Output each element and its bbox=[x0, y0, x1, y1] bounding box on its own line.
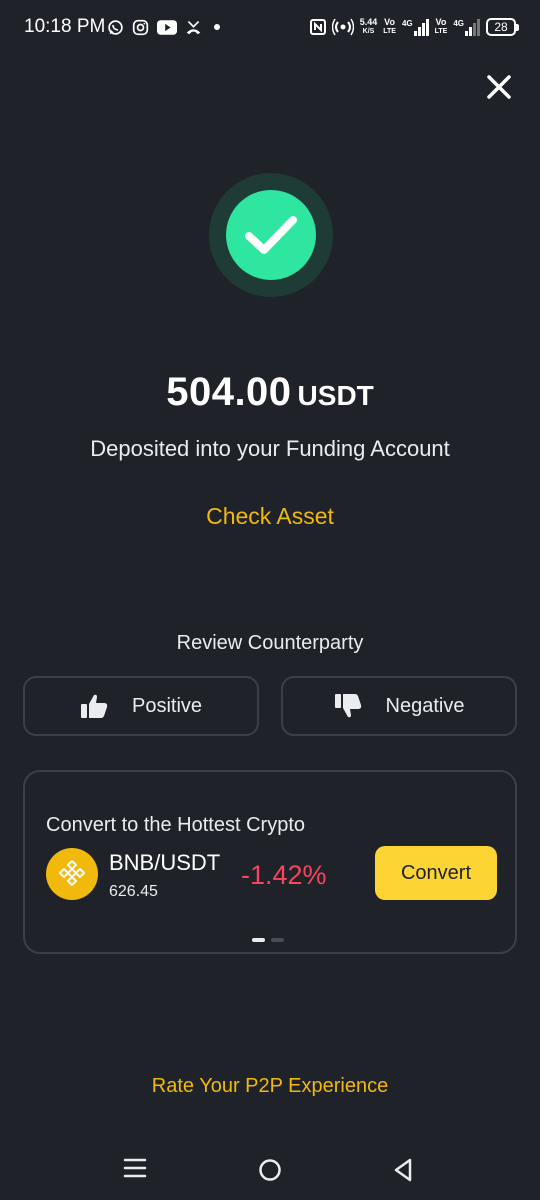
convert-button[interactable]: Convert bbox=[375, 846, 497, 900]
rate-p2p-link[interactable]: Rate Your P2P Experience bbox=[0, 1075, 540, 1098]
deposit-amount: 504.00 USDT bbox=[0, 370, 540, 415]
negative-review-button[interactable]: Negative bbox=[281, 676, 517, 736]
pair-price: 626.45 bbox=[109, 883, 158, 900]
home-nav-button[interactable] bbox=[256, 1156, 286, 1184]
close-icon bbox=[487, 75, 511, 99]
pair-change: -1.42% bbox=[241, 860, 327, 890]
battery-icon: 28 bbox=[486, 18, 519, 36]
network-speed: 5.44 K/S bbox=[359, 17, 378, 36]
thumbs-down-icon bbox=[334, 694, 361, 718]
bnb-logo-icon bbox=[59, 860, 85, 886]
carousel-pager bbox=[252, 938, 284, 942]
status-bar: 10:18 PM 5.44 K/S Vo LTE 4G Vo LTE 4G 28 bbox=[0, 0, 540, 56]
status-time: 10:18 PM bbox=[24, 16, 106, 37]
youtube-icon bbox=[157, 19, 177, 35]
instagram-icon bbox=[132, 19, 149, 35]
nfc-icon bbox=[309, 19, 326, 35]
amount-value: 504.00 bbox=[166, 370, 292, 414]
close-button[interactable] bbox=[482, 70, 516, 104]
sim2-volte: Vo LTE bbox=[434, 17, 448, 36]
success-circle bbox=[226, 190, 316, 280]
convert-heading: Convert to the Hottest Crypto bbox=[46, 814, 306, 836]
thumbs-up-icon bbox=[80, 694, 108, 718]
menu-icon bbox=[123, 1158, 147, 1178]
sim1-signal-icon: 4G bbox=[402, 18, 429, 36]
positive-label: Positive bbox=[131, 694, 203, 717]
battery-level: 28 bbox=[494, 20, 508, 34]
deposit-success-screen: 10:18 PM 5.44 K/S Vo LTE 4G Vo LTE 4G 28… bbox=[0, 0, 540, 1200]
sim1-volte: Vo LTE bbox=[383, 17, 396, 36]
amount-currency: USDT bbox=[297, 380, 374, 411]
success-badge bbox=[209, 173, 333, 297]
positive-review-button[interactable]: Positive bbox=[23, 676, 259, 736]
check-asset-link[interactable]: Check Asset bbox=[0, 503, 540, 530]
home-circle-icon bbox=[259, 1159, 281, 1181]
pair-name: BNB/USDT bbox=[109, 850, 221, 875]
convert-promo-card: Convert to the Hottest Crypto BNB/USDT 6… bbox=[23, 770, 517, 954]
dot-icon bbox=[214, 24, 220, 30]
negative-label: Negative bbox=[385, 694, 465, 717]
bnb-coin-icon bbox=[46, 848, 98, 900]
notification-icons bbox=[107, 15, 220, 39]
review-title: Review Counterparty bbox=[176, 632, 364, 654]
missed-call-icon bbox=[186, 20, 201, 34]
sim2-signal-icon: 4G bbox=[453, 18, 480, 36]
system-status: 5.44 K/S Vo LTE 4G Vo LTE 4G 28 bbox=[309, 14, 519, 40]
back-triangle-icon bbox=[394, 1158, 412, 1182]
hotspot-icon bbox=[331, 18, 354, 36]
deposit-message: Deposited into your Funding Account bbox=[90, 436, 450, 461]
back-nav-button[interactable] bbox=[390, 1156, 420, 1184]
pager-dot-active[interactable] bbox=[252, 938, 265, 942]
system-nav-bar bbox=[0, 1140, 540, 1200]
pager-dot[interactable] bbox=[271, 938, 284, 942]
checkmark-icon bbox=[245, 216, 297, 254]
whatsapp-icon bbox=[108, 19, 123, 35]
menu-nav-button[interactable] bbox=[122, 1156, 152, 1184]
